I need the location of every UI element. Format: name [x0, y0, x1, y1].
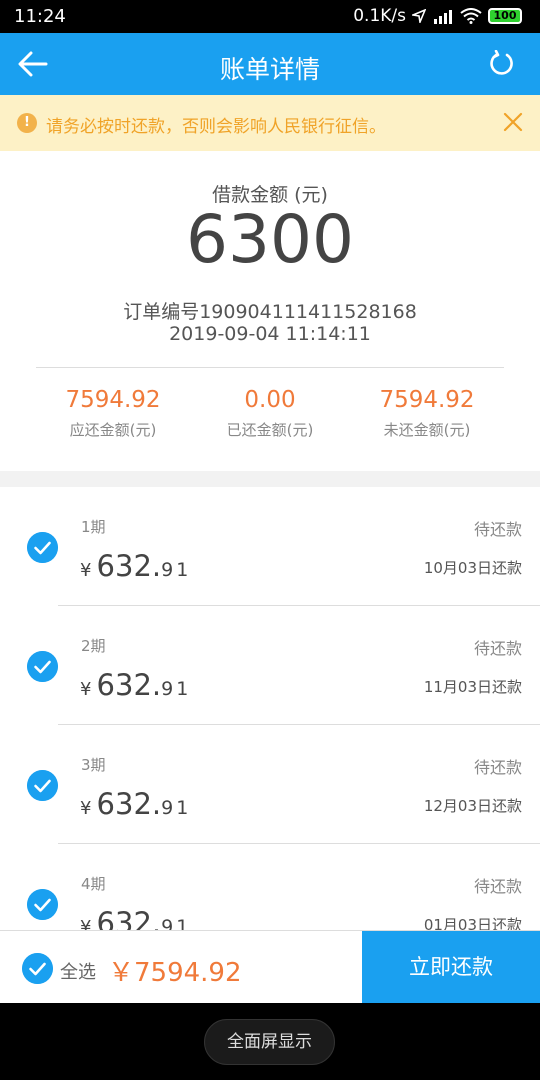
divider: [36, 367, 504, 368]
installment-row[interactable]: 4期 待还款 ¥ 632.91 01月03日还款: [0, 844, 540, 930]
installment-amount: ¥ 632.91: [80, 906, 191, 930]
order-date: 2019-09-04 11:14:11: [169, 323, 371, 345]
notice-banner: ! 请务必按时还款，否则会影响人民银行征信。: [0, 95, 540, 151]
stat-value: 0.00: [244, 387, 296, 413]
stat-value: 7594.92: [379, 387, 475, 413]
order-number: 订单编号190904111411528168: [123, 301, 417, 323]
amount-decimal: 91: [161, 678, 192, 700]
amount-integer: 632.: [96, 906, 162, 930]
installment-period: 2期: [81, 637, 106, 655]
close-icon[interactable]: [502, 111, 524, 133]
stat-value: 7594.92: [65, 387, 161, 413]
loan-amount: 6300: [186, 201, 354, 278]
installment-period: 4期: [81, 875, 106, 893]
installment-status: 待还款: [473, 639, 522, 658]
payment-footer: 全选 ￥7594.92 立即还款: [0, 930, 540, 1004]
currency-symbol: ¥: [80, 798, 92, 819]
checkmark-icon[interactable]: [27, 770, 58, 801]
installment-status: 待还款: [473, 758, 522, 777]
stat-paid: 0.00 已还金额(元): [180, 387, 360, 440]
status-bar: 11:24 0.1K/s 100: [0, 0, 540, 33]
checkmark-icon[interactable]: [27, 651, 58, 682]
loan-summary: 借款金额 (元) 6300 订单编号190904111411528168 201…: [0, 151, 540, 471]
installment-due-date: 10月03日还款: [423, 559, 522, 577]
installment-list: 1期 待还款 ¥ 632.91 10月03日还款 2期 待还款 ¥ 632.91…: [0, 487, 540, 930]
installment-amount: ¥ 632.91: [80, 549, 191, 583]
installment-due-date: 12月03日还款: [423, 797, 522, 815]
installment-row[interactable]: 3期 待还款 ¥ 632.91 12月03日还款: [0, 725, 540, 844]
fullscreen-display-button[interactable]: 全面屏显示: [204, 1019, 335, 1065]
stat-label: 未还金额(元): [383, 421, 471, 439]
page-title: 账单详情: [219, 55, 320, 84]
amount-decimal: 91: [161, 797, 192, 819]
stat-label: 应还金额(元): [69, 421, 157, 439]
stat-label: 已还金额(元): [226, 421, 314, 439]
amount-integer: 632.: [96, 668, 162, 702]
header-bar: 账单详情: [0, 33, 540, 95]
installment-amount: ¥ 632.91: [80, 668, 191, 702]
gesture-bar: 全面屏显示: [0, 1003, 540, 1080]
installment-amount: ¥ 632.91: [80, 787, 191, 821]
installment-status: 待还款: [473, 520, 522, 539]
amount-integer: 632.: [96, 787, 162, 821]
battery-icon: 100: [488, 8, 522, 24]
currency-symbol: ¥: [80, 917, 92, 930]
signal-icon: [434, 9, 452, 24]
refresh-icon[interactable]: [488, 50, 516, 78]
status-time: 11:24: [14, 6, 66, 27]
checkmark-icon[interactable]: [27, 889, 58, 920]
pay-now-button[interactable]: 立即还款: [362, 931, 540, 1004]
network-speed: 0.1K/s: [353, 6, 406, 26]
location-icon: [412, 9, 426, 23]
total-amount: ￥7594.92: [108, 958, 242, 988]
notice-text: 请务必按时还款，否则会影响人民银行征信。: [46, 117, 386, 137]
installment-status: 待还款: [473, 877, 522, 896]
installment-due-date: 11月03日还款: [423, 678, 522, 696]
installment-due-date: 01月03日还款: [423, 916, 522, 930]
installment-period: 3期: [81, 756, 106, 774]
select-all-checkbox-icon[interactable]: [22, 953, 53, 984]
installment-row[interactable]: 2期 待还款 ¥ 632.91 11月03日还款: [0, 606, 540, 725]
installment-row[interactable]: 1期 待还款 ¥ 632.91 10月03日还款: [0, 487, 540, 606]
currency-symbol: ¥: [80, 679, 92, 700]
stat-remaining: 7594.92 未还金额(元): [337, 387, 517, 440]
status-icons: 0.1K/s 100: [353, 6, 522, 26]
checkmark-icon[interactable]: [27, 532, 58, 563]
stat-due: 7594.92 应还金额(元): [23, 387, 203, 440]
installment-period: 1期: [81, 518, 106, 536]
wifi-icon: [460, 8, 482, 24]
info-icon: !: [17, 113, 37, 133]
amount-integer: 632.: [96, 549, 162, 583]
amount-decimal: 91: [161, 559, 192, 581]
amount-decimal: 91: [161, 916, 192, 930]
currency-symbol: ¥: [80, 560, 92, 581]
select-all-label[interactable]: 全选: [60, 958, 96, 984]
